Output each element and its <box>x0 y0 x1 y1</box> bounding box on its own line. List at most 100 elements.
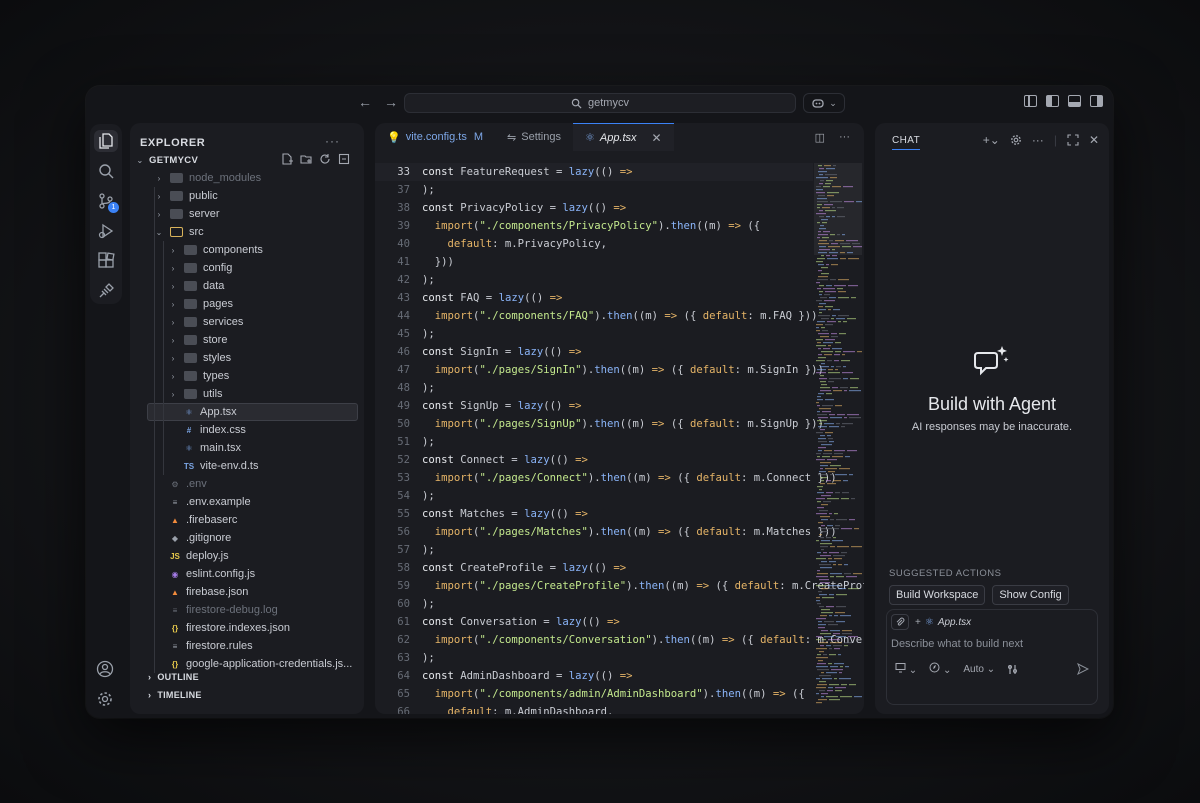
more-actions-icon[interactable]: ··· <box>1032 133 1044 147</box>
chat-tab[interactable]: CHAT <box>892 135 921 150</box>
folder-item[interactable]: › node_modules <box>130 169 364 187</box>
folder-item[interactable]: ⌄ src <box>130 223 364 241</box>
plug-icon <box>99 283 114 298</box>
minimap-line <box>825 339 835 341</box>
code-token: import <box>434 526 474 538</box>
source-control-activity[interactable]: 1 <box>94 190 119 213</box>
minimap-line <box>819 174 823 176</box>
copilot-menu-button[interactable]: ⌄ <box>803 93 845 113</box>
folder-item[interactable]: › styles <box>130 349 364 367</box>
new-folder-icon[interactable] <box>300 153 312 165</box>
tab-settings[interactable]: ⇋ Settings <box>495 123 573 151</box>
tab-app-tsx[interactable]: ⚛ App.tsx ✕ <box>572 123 674 151</box>
maximize-icon[interactable] <box>1067 134 1079 146</box>
minimap[interactable] <box>812 163 864 714</box>
collapse-all-icon[interactable] <box>338 153 350 165</box>
more-actions-icon[interactable]: ··· <box>839 131 850 144</box>
remote-explorer-activity[interactable] <box>94 280 118 302</box>
file-item[interactable]: ≡ .env.example <box>130 493 364 511</box>
folder-item[interactable]: › public <box>130 187 364 205</box>
close-icon[interactable]: ✕ <box>1089 133 1099 147</box>
extensions-activity[interactable] <box>94 250 118 272</box>
run-debug-activity[interactable] <box>94 220 118 242</box>
tab-label: Settings <box>521 131 561 143</box>
account-icon[interactable] <box>96 660 114 678</box>
attach-context-button[interactable] <box>891 614 909 630</box>
minimap-line <box>817 654 821 656</box>
folder-item[interactable]: › server <box>130 205 364 223</box>
close-icon[interactable]: ✕ <box>652 131 662 145</box>
context-file-chip[interactable]: + ⚛ App.tsx <box>915 617 971 628</box>
settings-gear-icon[interactable] <box>1010 134 1022 146</box>
file-item[interactable]: TS vite-env.d.ts <box>130 457 364 475</box>
chat-input[interactable]: Describe what to build next <box>891 638 1023 650</box>
file-type-icon: ◉ <box>171 569 179 579</box>
search-activity[interactable] <box>94 160 118 182</box>
folder-item[interactable]: › pages <box>130 295 364 313</box>
send-button[interactable] <box>1077 662 1090 680</box>
split-editor-icon[interactable]: ◫ <box>815 131 825 144</box>
explorer-activity[interactable] <box>94 130 118 152</box>
outline-section[interactable]: › OUTLINE <box>130 668 364 686</box>
minimap-line <box>817 414 827 416</box>
file-item[interactable]: ⚛ App.tsx <box>147 403 358 421</box>
new-chat-icon[interactable]: +⌄ <box>983 133 1000 147</box>
file-item[interactable]: JS deploy.js <box>130 547 364 565</box>
file-item[interactable]: ⚛ main.tsx <box>130 439 364 457</box>
file-item[interactable]: # index.css <box>130 421 364 439</box>
tab-vite-config[interactable]: 💡 vite.config.ts M <box>375 123 495 151</box>
file-item[interactable]: ≡ firestore.rules <box>130 637 364 655</box>
customize-layout-icon[interactable] <box>1024 95 1037 107</box>
toggle-secondary-sidebar-icon[interactable] <box>1090 95 1103 107</box>
minimap-line <box>840 252 845 254</box>
file-item[interactable]: ◆ .gitignore <box>130 529 364 547</box>
folder-icon <box>184 317 197 327</box>
folder-item[interactable]: › data <box>130 277 364 295</box>
file-item[interactable]: ▲ .firebaserc <box>130 511 364 529</box>
settings-gear-icon[interactable] <box>96 690 114 708</box>
tools-picker[interactable]: ⌄ <box>929 662 951 676</box>
folder-item[interactable]: › types <box>130 367 364 385</box>
build-workspace-button[interactable]: Build Workspace <box>889 585 986 605</box>
code-line: 52 const Connect = lazy(() => <box>375 451 588 469</box>
file-item[interactable]: ◉ eslint.config.js <box>130 565 364 583</box>
file-item[interactable]: ⚙ .env <box>130 475 364 493</box>
minimap-line <box>850 387 858 389</box>
minimap-line <box>820 516 830 518</box>
command-center-search[interactable]: getmycv <box>404 93 796 113</box>
minimap-line <box>826 393 832 395</box>
folder-item[interactable]: › services <box>130 313 364 331</box>
timeline-section[interactable]: › TIMELINE <box>130 686 364 704</box>
refresh-icon[interactable] <box>319 153 331 165</box>
tab-label: App.tsx <box>599 131 637 144</box>
folder-item[interactable]: › store <box>130 331 364 349</box>
project-root[interactable]: ⌄ GETMYCV <box>130 151 364 169</box>
folder-item[interactable]: › components <box>130 241 364 259</box>
folder-item[interactable]: › config <box>130 259 364 277</box>
toggle-panel-icon[interactable] <box>1068 95 1081 107</box>
file-item[interactable]: ≡ firestore-debug.log <box>130 601 364 619</box>
back-arrow-icon[interactable]: ← <box>358 94 372 110</box>
file-item[interactable]: {} firestore.indexes.json <box>130 619 364 637</box>
show-config-button[interactable]: Show Config <box>992 585 1069 605</box>
new-file-icon[interactable] <box>281 153 293 165</box>
forward-arrow-icon[interactable]: → <box>384 94 398 110</box>
file-item[interactable]: ▲ firebase.json <box>130 583 364 601</box>
tools-icon[interactable] <box>1007 664 1018 675</box>
minimap-line <box>835 351 841 353</box>
target-picker[interactable]: ⌄ <box>895 662 917 676</box>
minimap-line <box>817 321 825 323</box>
folder-item[interactable]: › utils <box>130 385 364 403</box>
more-actions-icon[interactable]: ··· <box>325 134 340 148</box>
chat-actions: +⌄ ··· | ✕ <box>983 133 1099 147</box>
code-token: ({ <box>734 634 761 646</box>
mode-picker[interactable]: Auto ⌄ <box>963 664 995 675</box>
minimap-line <box>841 360 850 362</box>
code-token: ); <box>422 184 435 196</box>
tree-item-label: types <box>203 370 230 382</box>
code-token: => <box>606 616 620 628</box>
toggle-primary-sidebar-icon[interactable] <box>1046 95 1059 107</box>
code-token: import <box>434 310 474 322</box>
